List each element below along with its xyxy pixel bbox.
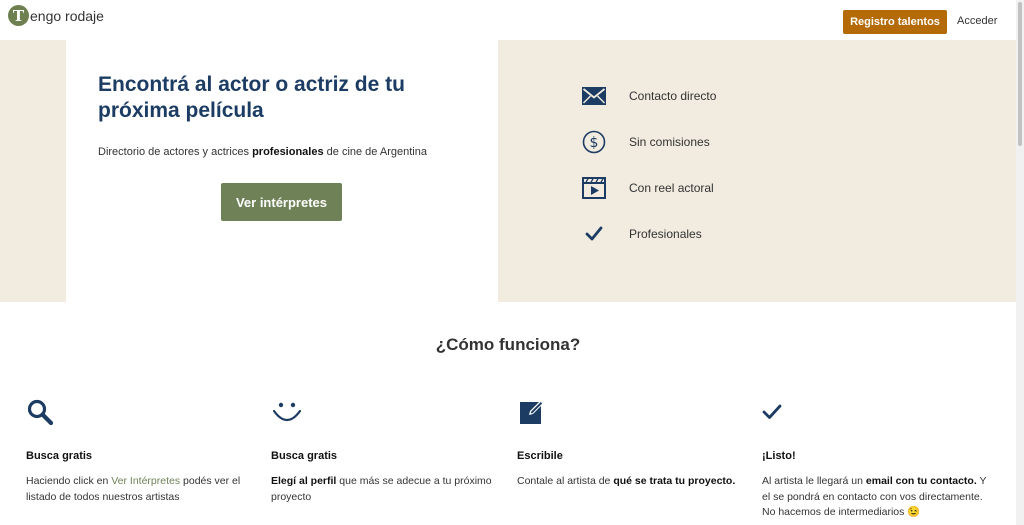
feature-no-commission: $ Sin comisiones [580,128,710,156]
logo-text: engo rodaje [30,7,104,24]
how-it-works-title: ¿Cómo funciona? [435,335,581,354]
dollar-icon: $ [580,128,608,156]
step-search: Busca gratis Haciendo click en Ver Intér… [26,398,256,503]
scrollbar-thumb[interactable] [1018,2,1022,146]
step-description: Haciendo click en Ver Intérpretes podés … [26,475,241,503]
feature-reel: Con reel actoral [580,174,714,202]
hero-features-panel [498,40,1016,302]
hero-left-band [0,40,66,302]
login-link[interactable]: Acceder [957,15,997,27]
wink-emoji: 😉 [907,506,921,518]
hero-title: Encontrá al actor o actriz de tu próxima… [98,73,405,122]
feature-label: Con reel actoral [629,181,714,195]
site-header: T engo rodaje Registro talentos Acceder [0,0,1016,40]
envelope-icon [580,82,608,110]
logo[interactable]: T engo rodaje [8,5,104,26]
search-icon [26,398,256,426]
step-write: Escribile Contale al artista de qué se t… [517,398,747,487]
step-title: Busca gratis [26,450,93,462]
feature-label: Profesionales [629,227,702,241]
check-icon [762,398,992,426]
feature-professionals: Profesionales [580,220,702,248]
step-title: Escribile [517,450,563,462]
step-description: Elegí al perfil que más se adecue a tu p… [271,475,492,503]
svg-text:$: $ [590,135,599,151]
feature-label: Contacto directo [629,89,717,103]
step-choose: Busca gratis Elegí al perfil que más se … [271,398,501,503]
step-title: ¡Listo! [762,450,796,462]
feature-direct-contact: Contacto directo [580,82,716,110]
feature-label: Sin comisiones [629,135,710,149]
view-performers-link[interactable]: Ver Intérpretes [111,475,180,487]
step-description: Al artista le llegará un email con tu co… [762,475,987,518]
edit-icon [517,398,747,426]
register-talents-button[interactable]: Registro talentos [843,10,947,34]
step-description: Contale al artista de qué se trata tu pr… [517,475,736,487]
smile-icon [271,398,501,426]
video-icon [580,174,608,202]
step-done: ¡Listo! Al artista le llegará un email c… [762,398,992,518]
logo-badge: T [8,5,29,26]
view-performers-button[interactable]: Ver intérpretes [221,183,342,221]
check-icon [580,220,608,248]
hero-subtitle: Directorio de actores y actrices profesi… [98,146,427,158]
step-title: Busca gratis [271,450,338,462]
